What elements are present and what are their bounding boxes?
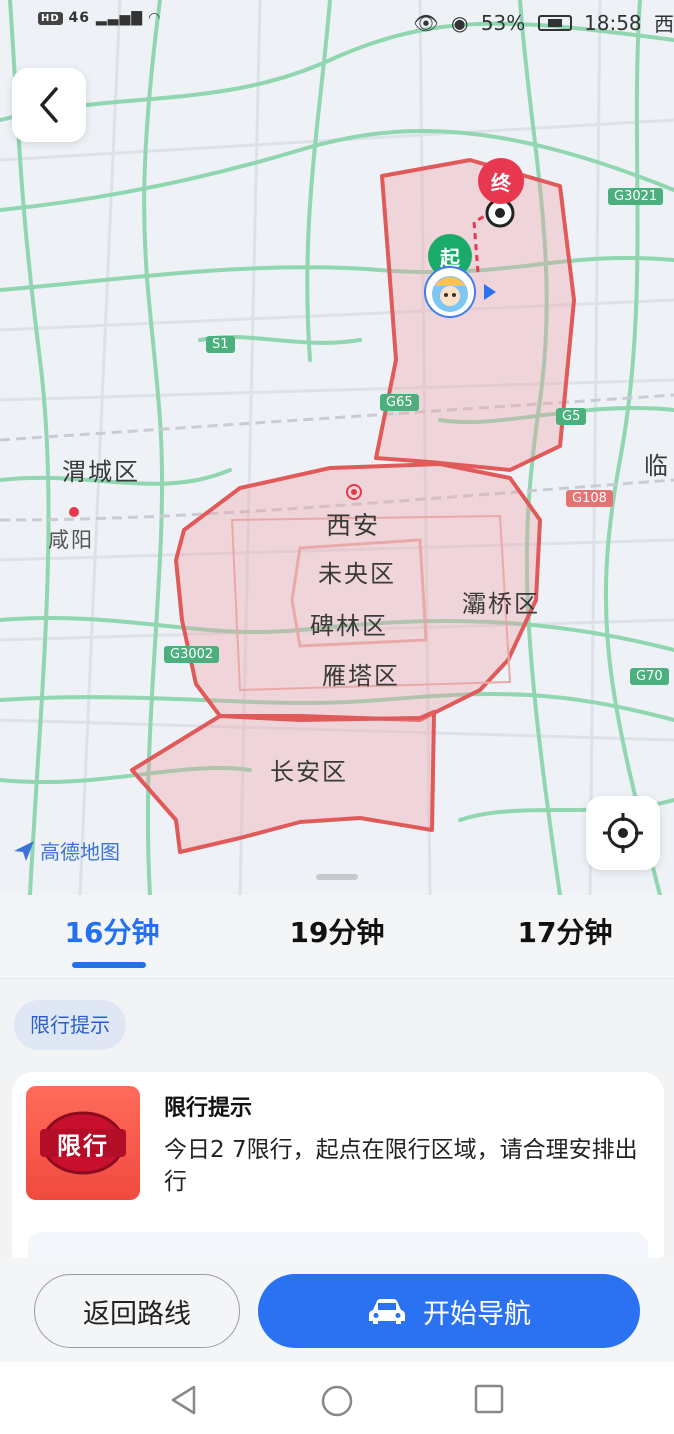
label-xianyang: 咸阳 bbox=[48, 528, 94, 552]
map-view[interactable]: HD 46 ▂▃▅▇ ◠ 👁 ◉ 53% 18:58 西 S1 G65 G5 G… bbox=[0, 0, 674, 895]
nav-recents-icon[interactable] bbox=[474, 1384, 504, 1414]
restriction-chip[interactable]: 限行提示 bbox=[14, 1000, 126, 1050]
card-text: 今日2 7限行，起点在限行区域，请合理安排出行 bbox=[164, 1137, 638, 1195]
back-button[interactable] bbox=[12, 68, 86, 142]
battery-icon bbox=[537, 14, 572, 31]
label-changan: 长安区 bbox=[270, 758, 348, 786]
label-beilin: 碑林区 bbox=[310, 612, 388, 640]
road-tag-s1: S1 bbox=[206, 336, 235, 353]
locate-button[interactable] bbox=[586, 796, 660, 870]
crosshair-icon bbox=[603, 813, 643, 853]
label-weicheng: 渭城区 bbox=[62, 458, 140, 486]
restriction-icon-text: 限行 bbox=[57, 1131, 109, 1160]
clock: 18:58 bbox=[584, 10, 642, 35]
divider bbox=[0, 978, 674, 979]
restriction-card[interactable]: 限行 限行提示 今日2 7限行，起点在限行区域，请合理安排出行 bbox=[12, 1072, 664, 1272]
start-navigation-button[interactable]: 开始导航 bbox=[258, 1274, 640, 1348]
location-icon: ◉ bbox=[451, 10, 469, 35]
hd-icon: HD bbox=[38, 11, 63, 25]
label-city: 西安 bbox=[326, 511, 381, 540]
network-type: 46 bbox=[68, 10, 91, 26]
start-navigation-label: 开始导航 bbox=[423, 1298, 531, 1330]
drag-handle[interactable] bbox=[316, 874, 358, 880]
road-tag-g108: G108 bbox=[566, 490, 613, 507]
system-nav-bar bbox=[0, 1362, 674, 1434]
route-tab-3[interactable]: 17分钟 bbox=[453, 911, 674, 951]
car-icon bbox=[369, 1299, 405, 1324]
chevron-left-icon bbox=[40, 87, 58, 123]
status-right: 👁 ◉ 53% 18:58 西 bbox=[407, 8, 674, 37]
road-tag-g3021: G3021 bbox=[608, 188, 664, 205]
route-tab-1[interactable]: 16分钟 bbox=[0, 911, 224, 951]
user-avatar-icon[interactable] bbox=[424, 266, 496, 322]
back-to-route-button[interactable]: 返回路线 bbox=[34, 1274, 240, 1348]
signal-icon: ▂▃▅▇ bbox=[95, 10, 143, 26]
card-title: 限行提示 bbox=[164, 1096, 253, 1121]
end-marker[interactable]: 终 bbox=[478, 158, 524, 204]
label-lin: 临 bbox=[644, 452, 670, 480]
battery-percent: 53% bbox=[480, 10, 526, 35]
route-tab-2[interactable]: 19分钟 bbox=[225, 911, 449, 951]
signal-area: HD 46 ▂▃▅▇ ◠ bbox=[38, 10, 161, 26]
road-tag-g70: G70 bbox=[630, 668, 669, 685]
road-tag-g3002: G3002 bbox=[164, 646, 220, 663]
watermark-text: 高德地图 bbox=[40, 840, 120, 864]
road-tag-g5: G5 bbox=[556, 408, 587, 425]
amap-logo-icon bbox=[14, 840, 34, 861]
nav-home-icon[interactable] bbox=[320, 1384, 354, 1418]
active-tab-indicator bbox=[72, 962, 146, 968]
route-tabs: 16分钟 19分钟 17分钟 bbox=[0, 895, 674, 979]
overflow-char: 西 bbox=[654, 12, 674, 36]
restriction-icon: 限行 bbox=[26, 1086, 140, 1200]
map-watermark: 高德地图 bbox=[12, 836, 120, 865]
eye-icon: 👁 bbox=[413, 10, 439, 35]
action-bar: 返回路线 开始导航 bbox=[0, 1258, 674, 1362]
status-bar: HD 46 ▂▃▅▇ ◠ 👁 ◉ 53% 18:58 西 bbox=[0, 0, 674, 44]
wifi-icon: ◠ bbox=[148, 10, 161, 26]
label-weiyang: 未央区 bbox=[318, 560, 396, 588]
road-tag-g65: G65 bbox=[380, 394, 419, 411]
nav-back-icon[interactable] bbox=[168, 1384, 200, 1416]
label-yanta: 雁塔区 bbox=[322, 662, 400, 690]
label-baqiao: 灞桥区 bbox=[462, 590, 540, 618]
